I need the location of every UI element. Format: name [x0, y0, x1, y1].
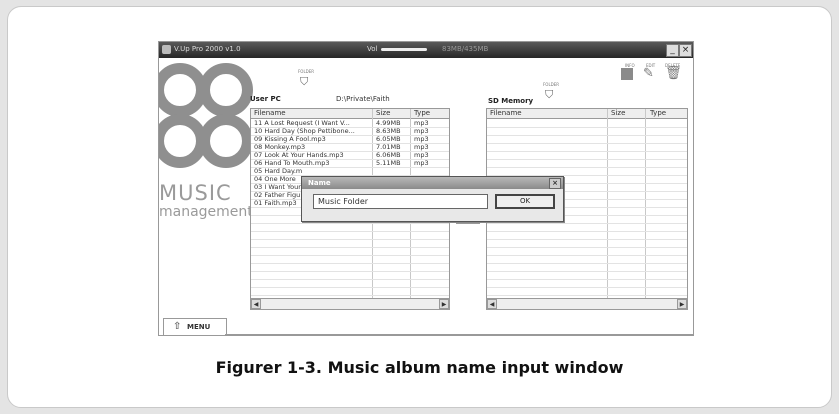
right-folder-label: FOLDER	[543, 82, 560, 87]
col-filename[interactable]: Filename	[490, 109, 522, 117]
figure-card: V.Up Pro 2000 v1.0 Vol 83MB/435MB _ × MU…	[7, 6, 832, 408]
col-size[interactable]: Size	[611, 109, 625, 117]
music-management-logo: MUSIC management	[159, 58, 253, 220]
storage-readout: 83MB/435MB	[442, 45, 489, 53]
app-screenshot: V.Up Pro 2000 v1.0 Vol 83MB/435MB _ × MU…	[158, 41, 694, 336]
close-button[interactable]: ×	[679, 44, 692, 57]
ok-button[interactable]: OK	[495, 194, 555, 209]
name-dialog: Name × Music Folder OK	[301, 176, 564, 222]
left-table-header: Filename Size Type	[251, 109, 449, 119]
menu-tab[interactable]: ⇧ MENU	[163, 318, 227, 335]
dialog-close-button[interactable]: ×	[549, 178, 561, 189]
col-type[interactable]: Type	[650, 109, 666, 117]
menu-label: MENU	[187, 323, 211, 331]
col-filename[interactable]: Filename	[254, 109, 286, 117]
title-bar: V.Up Pro 2000 v1.0 Vol 83MB/435MB _ ×	[159, 42, 693, 58]
dialog-title-bar: Name ×	[302, 177, 563, 189]
scroll-left-icon[interactable]: ◀	[487, 299, 497, 309]
left-folder-label: FOLDER	[298, 69, 315, 74]
scroll-right-icon[interactable]: ▶	[677, 299, 687, 309]
right-horizontal-scrollbar[interactable]: ◀ ▶	[487, 298, 687, 309]
right-panel-title: SD Memory	[488, 97, 534, 105]
app-icon	[162, 45, 171, 54]
left-folder-icon[interactable]: ⛉	[300, 75, 308, 89]
edit-icon[interactable]: ✎	[643, 66, 654, 81]
menu-arrow-icon: ⇧	[173, 321, 182, 332]
scroll-right-icon[interactable]: ▶	[439, 299, 449, 309]
volume-label: Vol	[367, 45, 378, 53]
info-icon[interactable]	[621, 68, 633, 80]
left-horizontal-scrollbar[interactable]: ◀ ▶	[251, 298, 449, 309]
logo-line2: management	[159, 204, 253, 220]
album-name-input[interactable]: Music Folder	[313, 194, 488, 209]
col-type[interactable]: Type	[414, 109, 430, 117]
left-panel-title: User PC	[250, 95, 281, 103]
col-size[interactable]: Size	[376, 109, 390, 117]
right-table-header: Filename Size Type	[487, 109, 687, 119]
delete-icon[interactable]: 🗑	[665, 66, 682, 81]
figure-caption: Figurer 1-3. Music album name input wind…	[215, 358, 624, 377]
left-path: D:\Private\Faith	[336, 95, 390, 103]
app-title: V.Up Pro 2000 v1.0	[174, 45, 241, 53]
minimize-button[interactable]: _	[666, 44, 679, 57]
right-folder-icon[interactable]: ⛉	[545, 88, 553, 102]
volume-slider[interactable]	[381, 48, 427, 51]
dialog-title: Name	[308, 179, 331, 187]
logo-line1: MUSIC	[159, 181, 232, 205]
scroll-left-icon[interactable]: ◀	[251, 299, 261, 309]
